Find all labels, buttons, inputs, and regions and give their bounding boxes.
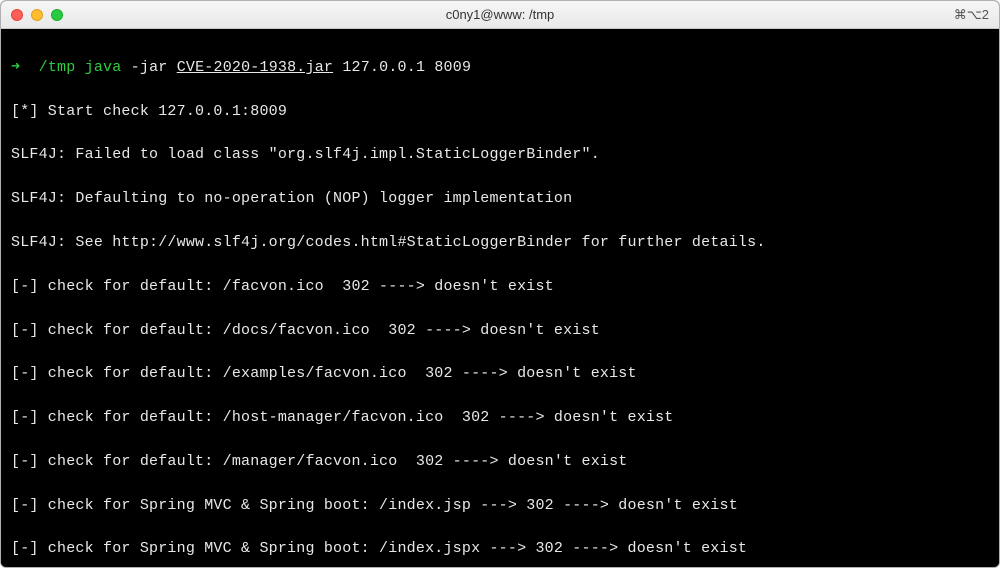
output-line: SLF4J: Failed to load class "org.slf4j.i… [11,144,989,166]
output-line: [-] check for default: /facvon.ico 302 -… [11,276,989,298]
output-line: [-] check for Spring MVC & Spring boot: … [11,538,989,560]
window-title: c0ny1@www: /tmp [11,7,989,22]
prompt-line: ➜ /tmp java -jar CVE-2020-1938.jar 127.0… [11,57,989,79]
output-line: [-] check for Spring MVC & Spring boot: … [11,495,989,517]
command-jar-file: CVE-2020-1938.jar [177,59,333,76]
terminal-body[interactable]: ➜ /tmp java -jar CVE-2020-1938.jar 127.0… [1,29,999,567]
title-bar: c0ny1@www: /tmp ⌘⌥2 [1,1,999,29]
output-line: [-] check for default: /docs/facvon.ico … [11,320,989,342]
terminal-window: c0ny1@www: /tmp ⌘⌥2 ➜ /tmp java -jar CVE… [0,0,1000,568]
output-line: [-] check for default: /examples/facvon.… [11,363,989,385]
command-args-suffix: 127.0.0.1 8009 [333,59,471,76]
command-args-prefix: -jar [121,59,176,76]
output-line: SLF4J: See http://www.slf4j.org/codes.ht… [11,232,989,254]
command-executable: java [85,59,122,76]
output-line: [-] check for default: /host-manager/fac… [11,407,989,429]
close-icon[interactable] [11,9,23,21]
minimize-icon[interactable] [31,9,43,21]
output-line: [*] Start check 127.0.0.1:8009 [11,101,989,123]
output-line: SLF4J: Defaulting to no-operation (NOP) … [11,188,989,210]
prompt-path: /tmp [39,59,76,76]
output-line: [-] check for default: /manager/facvon.i… [11,451,989,473]
window-shortcut-label: ⌘⌥2 [954,7,989,23]
maximize-icon[interactable] [51,9,63,21]
prompt-arrow-icon: ➜ [11,59,20,76]
traffic-lights [11,9,63,21]
